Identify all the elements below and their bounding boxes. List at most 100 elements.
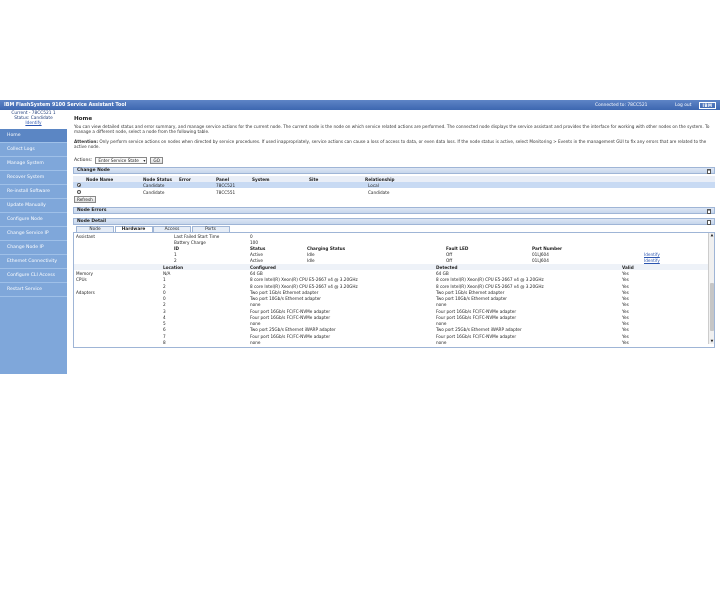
sidebar-item-manage-system[interactable]: Manage System: [0, 157, 67, 171]
sidebar: Current - 78CC521 1 Status: Candidate Id…: [0, 110, 67, 374]
table-row[interactable]: Candidate 78CC551 Candidate: [73, 189, 715, 195]
hw-location: 3: [163, 308, 166, 314]
hw-valid: Yes: [622, 289, 629, 295]
node-radio[interactable]: [77, 190, 81, 194]
current-node-status: Current - 78CC521 1 Status: Candidate Id…: [0, 110, 67, 129]
sidebar-item-configure-node[interactable]: Configure Node: [0, 213, 67, 227]
table-row: 6 Two port 25Gb/s Ethernet iWARP adapter T…: [74, 327, 708, 333]
scroll-down-icon[interactable]: ▼: [709, 339, 714, 344]
hw-detected: Four port 16Gb/s FC/FC-NVMe adapter: [436, 308, 517, 314]
hw-configured: Two port 1Gb/s Ethernet adapter: [250, 289, 319, 295]
collapse-icon[interactable]: −: [706, 169, 711, 174]
hw-detected: Four port 16Gb/s FC/FC-NVMe adapter: [436, 333, 517, 339]
hw-location: 2: [163, 283, 166, 289]
col-id: ID: [174, 246, 180, 252]
detail-scrollbar[interactable]: ▲ ▼: [708, 233, 714, 344]
table-row: 4 Four port 16Gb/s FC/FC-NVMe adapter Four…: [74, 314, 708, 320]
col-system: System: [252, 176, 270, 182]
node-status: Candidate: [143, 182, 165, 188]
hw-configured: none: [250, 339, 261, 345]
battery-status: Active: [250, 258, 263, 264]
col-error: Error: [179, 176, 191, 182]
battery-id: 2: [174, 258, 177, 264]
detail-row: Battery Charge 100: [74, 239, 708, 245]
col-relationship: Relationship: [365, 176, 395, 182]
col-panel: Panel: [216, 176, 230, 182]
attention-text: Attention: Only perform service actions …: [74, 139, 716, 150]
battery-led: Off: [446, 258, 453, 264]
sidebar-item-change-node-ip[interactable]: Change Node IP: [0, 241, 67, 255]
node-relationship: Candidate: [368, 189, 390, 195]
go-button[interactable]: GO: [150, 156, 163, 164]
scroll-up-icon[interactable]: ▲: [709, 233, 714, 238]
hw-location: N/A: [163, 271, 171, 277]
sidebar-item-ethernet-connectivity[interactable]: Ethernet Connectivity: [0, 255, 67, 269]
node-status: Candidate: [143, 189, 165, 195]
connected-to-label: Connected to: 78CC521: [595, 102, 648, 108]
hw-configured: 8 core Intel(R) Xeon(R) CPU E5-2667 v4 @…: [250, 277, 358, 283]
node-detail-section-header[interactable]: Node Detail: [73, 218, 715, 225]
hardware-table-header: Location Configured Detected Valid: [74, 264, 708, 271]
app-title: IBM FlashSystem 9100 Service Assistant T…: [4, 102, 127, 108]
table-row: 8 none none Yes: [74, 339, 708, 345]
battery-part: 01LJ604: [532, 252, 549, 258]
partial-label: Assistant: [76, 233, 96, 239]
sidebar-item-home[interactable]: Home: [0, 129, 67, 143]
hw-location: 7: [163, 333, 166, 339]
hw-detected: none: [436, 339, 447, 345]
hw-detected: Two port 10Gb/s Ethernet adapter: [436, 296, 508, 302]
node-errors-title: Node Errors: [77, 208, 107, 213]
col-detected: Detected: [436, 264, 458, 270]
col-site: Site: [309, 176, 319, 182]
col-node-name: Node Name: [86, 176, 114, 182]
sidebar-item-recover-system[interactable]: Recover System: [0, 171, 67, 185]
battery-charging: Idle: [307, 258, 315, 264]
hw-configured: none: [250, 302, 261, 308]
col-part-number: Part Number: [532, 246, 563, 252]
node-panel: 78CC551: [216, 189, 236, 195]
collapse-icon[interactable]: [706, 220, 711, 225]
hw-valid: Yes: [622, 277, 629, 283]
identify-battery-link[interactable]: Identify: [644, 258, 660, 263]
sidebar-item-configure-cli-access[interactable]: Configure CLI Access: [0, 269, 67, 283]
collapse-icon[interactable]: −: [706, 209, 711, 214]
hw-detected: none: [436, 302, 447, 308]
table-row: 3 Four port 16Gb/s FC/FC-NVMe adapter Four…: [74, 308, 708, 314]
intro-text: You can view detailed status and error s…: [74, 124, 710, 135]
hw-detected: Two port 25Gb/s Ethernet iWARP adapter: [436, 327, 522, 333]
scroll-thumb[interactable]: [710, 283, 714, 331]
logout-link[interactable]: Log out: [675, 103, 691, 108]
node-errors-section-header[interactable]: Node Errors −: [73, 207, 715, 214]
table-row: 2 8 core Intel(R) Xeon(R) CPU E5-2667 v4 …: [74, 283, 708, 289]
hardware-detail-panel[interactable]: Assistant Last Failed Start Time 0 Batte…: [73, 232, 715, 348]
sidebar-item-reinstall-software[interactable]: Re-install Software: [0, 185, 67, 199]
identify-battery-link[interactable]: Identify: [644, 252, 660, 257]
hw-configured: none: [250, 321, 261, 327]
identify-link[interactable]: Identify: [0, 121, 67, 127]
node-radio[interactable]: [77, 183, 81, 187]
hw-configured: Two port 25Gb/s Ethernet iWARP adapter: [250, 327, 336, 333]
hw-group: CPUs: [76, 277, 87, 283]
table-row: Adapters 0 Two port 1Gb/s Ethernet adapter…: [74, 289, 708, 295]
hw-detected: Two port 1Gb/s Ethernet adapter: [436, 289, 505, 295]
sidebar-item-restart-service[interactable]: Restart Service: [0, 283, 67, 297]
node-panel: 78CC521: [216, 182, 236, 188]
change-node-title: Change Node: [77, 168, 110, 173]
hw-valid: Yes: [622, 296, 629, 302]
main-content: Home You can view detailed status and er…: [72, 110, 717, 374]
actions-select[interactable]: Enter Service State ▾: [95, 156, 148, 164]
hw-valid: Yes: [622, 333, 629, 339]
page-title: Home: [74, 116, 93, 122]
sidebar-item-update-manually[interactable]: Update Manually: [0, 199, 67, 213]
hw-valid: Yes: [622, 308, 629, 314]
change-node-section-header[interactable]: Change Node −: [73, 167, 715, 174]
table-row[interactable]: Candidate 78CC521 Local: [73, 182, 715, 188]
hw-location: 5: [163, 321, 166, 327]
sidebar-item-change-service-ip[interactable]: Change Service IP: [0, 227, 67, 241]
hw-group: Memory: [76, 271, 94, 277]
sidebar-item-collect-logs[interactable]: Collect Logs: [0, 143, 67, 157]
hw-configured: Four port 16Gb/s FC/FC-NVMe adapter: [250, 314, 331, 320]
hw-valid: Yes: [622, 271, 629, 277]
last-failed-start-value: 0: [250, 233, 253, 239]
refresh-button[interactable]: Refresh: [74, 196, 96, 203]
